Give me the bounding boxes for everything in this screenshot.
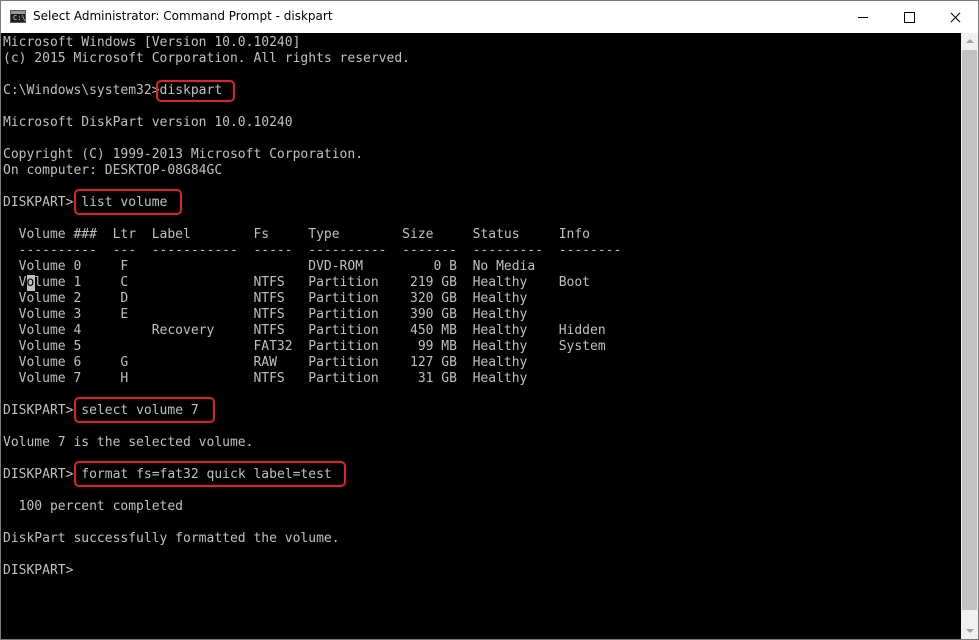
diskpart-prompt: DISKPART>: [3, 403, 74, 418]
table-row: Volume 7 H NTFS Partition 31 GB Healthy: [3, 371, 528, 386]
table-row: Volume 1 C NTFS Partition 219 GB Healthy…: [3, 275, 590, 290]
minimize-button[interactable]: [840, 1, 886, 33]
diskpart-prompt: DISKPART>: [3, 563, 74, 578]
command-line: DISKPART>: [3, 563, 73, 579]
table-separator: ---------- --- ----------- ----- -------…: [3, 243, 622, 258]
vertical-scrollbar[interactable]: [961, 33, 978, 639]
command-text: list volume: [81, 195, 168, 210]
output-line: Copyright (C) 1999-2013 Microsoft Corpor…: [3, 147, 364, 162]
command-line: C:\Windows\system32>diskpart: [3, 83, 222, 99]
command-text: select volume 7: [81, 403, 199, 418]
diskpart-prompt: DISKPART>: [3, 195, 74, 210]
scroll-down-arrow-icon[interactable]: [961, 622, 978, 639]
diskpart-prompt: DISKPART>: [3, 467, 74, 482]
output-line: On computer: DESKTOP-08G84GC: [3, 163, 223, 178]
output-line: Volume 7 is the selected volume.: [3, 435, 254, 450]
cmd-icon[interactable]: C:\: [10, 10, 26, 23]
output-line: 100 percent completed: [3, 499, 184, 514]
table-row: Volume 2 D NTFS Partition 320 GB Healthy: [3, 291, 528, 306]
table-row: Volume 4 Recovery NTFS Partition 450 MB …: [3, 323, 606, 338]
command-prompt-window: C:\ Select Administrator: Command Prompt…: [0, 0, 979, 640]
command-line: DISKPART> format fs=fat32 quick label=te…: [3, 467, 332, 483]
title-bar[interactable]: C:\ Select Administrator: Command Prompt…: [1, 1, 978, 33]
console-output[interactable]: Microsoft Windows [Version 10.0.10240] (…: [1, 33, 961, 639]
header-line: Microsoft Windows [Version 10.0.10240]: [3, 35, 301, 50]
scroll-thumb[interactable]: [962, 50, 977, 610]
command-text: format fs=fat32 quick label=test: [81, 467, 332, 482]
table-row: Volume 6 G RAW Partition 127 GB Healthy: [3, 355, 528, 370]
output-line: Microsoft DiskPart version 10.0.10240: [3, 115, 293, 130]
command-line: DISKPART> list volume: [3, 195, 167, 211]
table-row: Volume 3 E NTFS Partition 390 GB Healthy: [3, 307, 528, 322]
table-row: Volume 0 F DVD-ROM 0 B No Media: [3, 259, 536, 274]
table-row: Volume 5 FAT32 Partition 99 MB Healthy S…: [3, 339, 606, 354]
header-line: (c) 2015 Microsoft Corporation. All righ…: [3, 51, 410, 66]
text-cursor: [27, 275, 35, 291]
command-line: DISKPART> select volume 7: [3, 403, 199, 419]
table-header: Volume ### Ltr Label Fs Type Size Status…: [3, 227, 590, 242]
scroll-up-arrow-icon[interactable]: [961, 33, 978, 50]
command-text: diskpart: [159, 83, 223, 98]
window-title: Select Administrator: Command Prompt - d…: [33, 9, 333, 23]
close-button[interactable]: [932, 1, 978, 33]
prompt-path: C:\Windows\system32>: [3, 83, 160, 98]
output-line: DiskPart successfully formatted the volu…: [3, 531, 340, 546]
maximize-button[interactable]: [886, 1, 932, 33]
